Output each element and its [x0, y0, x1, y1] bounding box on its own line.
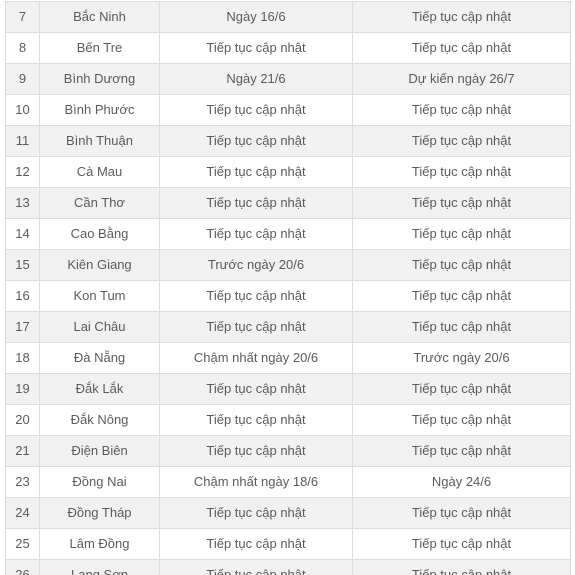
table-row: 15 Kiên Giang Trước ngày 20/6 Tiếp tục cập … [5, 249, 571, 281]
table-row: 18 Đà Nẵng Chậm nhất ngày 20/6 Trước ngày 2… [5, 342, 571, 374]
cell-schedule-c: Trước ngày 20/6 [159, 249, 353, 281]
cell-stt: 10 [5, 94, 40, 126]
cell-schedule-d: Tiếp tục cập nhật [352, 32, 571, 64]
table-row: 10 Bình Phước Tiếp tục cập nhật Tiếp tục cậ… [5, 94, 571, 126]
cell-schedule-c: Tiếp tục cập nhật [159, 32, 353, 64]
cell-province: Lạng Sơn [39, 559, 160, 575]
table-row: 19 Đắk Lắk Tiếp tục cập nhật Tiếp tục cập n… [5, 373, 571, 405]
cell-schedule-d: Tiếp tục cập nhật [352, 280, 571, 312]
cell-schedule-c: Tiếp tục cập nhật [159, 404, 353, 436]
cell-schedule-c: Tiếp tục cập nhật [159, 187, 353, 219]
cell-province: Bình Thuận [39, 125, 160, 157]
cell-schedule-d: Ngày 24/6 [352, 466, 571, 498]
table-container: 7 Bắc Ninh Ngày 16/6 Tiếp tục cập nhật 8 Bến … [0, 0, 575, 575]
cell-stt: 23 [5, 466, 40, 498]
cell-stt: 24 [5, 497, 40, 529]
cell-stt: 8 [5, 32, 40, 64]
cell-schedule-d: Tiếp tục cập nhật [352, 404, 571, 436]
cell-province: Kon Tum [39, 280, 160, 312]
table-row: 16 Kon Tum Tiếp tục cập nhật Tiếp tục cập n… [5, 280, 571, 312]
cell-stt: 19 [5, 373, 40, 405]
cell-schedule-c: Tiếp tục cập nhật [159, 373, 353, 405]
cell-stt: 21 [5, 435, 40, 467]
cell-province: Đồng Nai [39, 466, 160, 498]
cell-schedule-c: Tiếp tục cập nhật [159, 435, 353, 467]
cell-schedule-c: Chậm nhất ngày 18/6 [159, 466, 353, 498]
cell-province: Đà Nẵng [39, 342, 160, 374]
cell-province: Cao Bằng [39, 218, 160, 250]
cell-schedule-c: Tiếp tục cập nhật [159, 125, 353, 157]
cell-stt: 16 [5, 280, 40, 312]
cell-stt: 14 [5, 218, 40, 250]
table-row: 7 Bắc Ninh Ngày 16/6 Tiếp tục cập nhật [5, 1, 571, 33]
cell-stt: 13 [5, 187, 40, 219]
cell-stt: 7 [5, 1, 40, 33]
table-row: 21 Điện Biên Tiếp tục cập nhật Tiếp tục cập… [5, 435, 571, 467]
table-body: 7 Bắc Ninh Ngày 16/6 Tiếp tục cập nhật 8 Bến … [5, 1, 571, 575]
cell-stt: 26 [5, 559, 40, 575]
cell-stt: 11 [5, 125, 40, 157]
cell-schedule-d: Tiếp tục cập nhật [352, 497, 571, 529]
cell-province: Đắk Lắk [39, 373, 160, 405]
table-row: 17 Lai Châu Tiếp tục cập nhật Tiếp tục cập … [5, 311, 571, 343]
cell-schedule-c: Tiếp tục cập nhật [159, 559, 353, 575]
table-row: 20 Đắk Nông Tiếp tục cập nhật Tiếp tục cập … [5, 404, 571, 436]
cell-stt: 12 [5, 156, 40, 188]
cell-schedule-d: Tiếp tục cập nhật [352, 528, 571, 560]
cell-schedule-c: Ngày 16/6 [159, 1, 353, 33]
cell-schedule-d: Tiếp tục cập nhật [352, 125, 571, 157]
cell-schedule-d: Tiếp tục cập nhật [352, 187, 571, 219]
cell-schedule-c: Tiếp tục cập nhật [159, 528, 353, 560]
cell-schedule-c: Tiếp tục cập nhật [159, 280, 353, 312]
cell-schedule-d: Tiếp tục cập nhật [352, 249, 571, 281]
table-row: 25 Lâm Đồng Tiếp tục cập nhật Tiếp tục cập … [5, 528, 571, 560]
cell-schedule-d: Tiếp tục cập nhật [352, 311, 571, 343]
table-row: 12 Cà Mau Tiếp tục cập nhật Tiếp tục cập nh… [5, 156, 571, 188]
table-row: 14 Cao Bằng Tiếp tục cập nhật Tiếp tục cập … [5, 218, 571, 250]
cell-province: Bình Dương [39, 63, 160, 95]
cell-stt: 17 [5, 311, 40, 343]
cell-schedule-c: Tiếp tục cập nhật [159, 311, 353, 343]
cell-stt: 25 [5, 528, 40, 560]
cell-schedule-d: Dự kiến ngày 26/7 [352, 63, 571, 95]
cell-schedule-d: Trước ngày 20/6 [352, 342, 571, 374]
cell-province: Kiên Giang [39, 249, 160, 281]
cell-schedule-c: Tiếp tục cập nhật [159, 94, 353, 126]
cell-schedule-d: Tiếp tục cập nhật [352, 1, 571, 33]
cell-schedule-d: Tiếp tục cập nhật [352, 94, 571, 126]
cell-schedule-c: Tiếp tục cập nhật [159, 218, 353, 250]
cell-province: Bình Phước [39, 94, 160, 126]
table-row: 9 Bình Dương Ngày 21/6 Dự kiến ngày 26/7 [5, 63, 571, 95]
province-schedule-table: 7 Bắc Ninh Ngày 16/6 Tiếp tục cập nhật 8 Bến … [5, 1, 571, 575]
cell-schedule-d: Tiếp tục cập nhật [352, 156, 571, 188]
table-row: 11 Bình Thuận Tiếp tục cập nhật Tiếp tục cậ… [5, 125, 571, 157]
cell-province: Đắk Nông [39, 404, 160, 436]
cell-province: Điện Biên [39, 435, 160, 467]
table-row: 8 Bến Tre Tiếp tục cập nhật Tiếp tục cập nh… [5, 32, 571, 64]
cell-stt: 15 [5, 249, 40, 281]
cell-stt: 18 [5, 342, 40, 374]
cell-schedule-c: Tiếp tục cập nhật [159, 156, 353, 188]
cell-stt: 20 [5, 404, 40, 436]
cell-province: Đồng Tháp [39, 497, 160, 529]
table-row: 26 Lạng Sơn Tiếp tục cập nhật Tiếp tục cập … [5, 559, 571, 575]
cell-province: Lâm Đồng [39, 528, 160, 560]
cell-schedule-d: Tiếp tục cập nhật [352, 559, 571, 575]
table-row: 13 Cần Thơ Tiếp tục cập nhật Tiếp tục cập n… [5, 187, 571, 219]
cell-stt: 9 [5, 63, 40, 95]
cell-province: Cà Mau [39, 156, 160, 188]
cell-province: Lai Châu [39, 311, 160, 343]
table-row: 23 Đồng Nai Chậm nhất ngày 18/6 Ngày 24/6 [5, 466, 571, 498]
cell-schedule-c: Ngày 21/6 [159, 63, 353, 95]
cell-schedule-d: Tiếp tục cập nhật [352, 435, 571, 467]
cell-schedule-d: Tiếp tục cập nhật [352, 373, 571, 405]
table-row: 24 Đồng Tháp Tiếp tục cập nhật Tiếp tục cập… [5, 497, 571, 529]
cell-schedule-c: Tiếp tục cập nhật [159, 497, 353, 529]
cell-schedule-d: Tiếp tục cập nhật [352, 218, 571, 250]
cell-province: Bến Tre [39, 32, 160, 64]
cell-schedule-c: Chậm nhất ngày 20/6 [159, 342, 353, 374]
cell-province: Bắc Ninh [39, 1, 160, 33]
cell-province: Cần Thơ [39, 187, 160, 219]
